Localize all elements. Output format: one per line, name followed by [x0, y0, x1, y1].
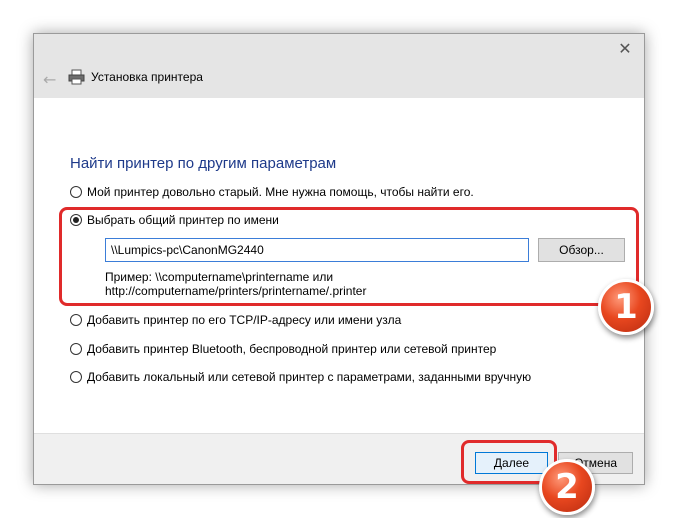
radio-button[interactable]: [70, 314, 82, 326]
option-label: Добавить принтер по его TCP/IP-адресу ил…: [87, 313, 402, 327]
option-old-printer[interactable]: Мой принтер довольно старый. Мне нужна п…: [70, 185, 474, 199]
title-bar: ✕ ← Установка принтера: [34, 34, 644, 98]
printer-icon: [68, 69, 85, 85]
back-arrow-icon[interactable]: ←: [43, 70, 56, 89]
option-tcpip-printer[interactable]: Добавить принтер по его TCP/IP-адресу ил…: [70, 313, 401, 327]
option-label: Добавить локальный или сетевой принтер с…: [87, 370, 532, 384]
option-bluetooth-wireless-printer[interactable]: Добавить принтер Bluetooth, беспроводной…: [70, 342, 496, 356]
option-local-printer-manual[interactable]: Добавить локальный или сетевой принтер с…: [70, 370, 531, 384]
option-label: Мой принтер довольно старый. Мне нужна п…: [87, 185, 474, 199]
radio-button[interactable]: [70, 186, 82, 198]
window-title: Установка принтера: [91, 70, 203, 84]
close-icon: ✕: [618, 39, 632, 58]
highlight-frame-shared-printer: [59, 207, 639, 306]
page-heading: Найти принтер по другим параметрам: [70, 155, 337, 172]
close-button[interactable]: ✕: [612, 38, 638, 60]
option-label: Добавить принтер Bluetooth, беспроводной…: [87, 342, 497, 356]
step-badge-2: 2: [539, 459, 595, 515]
step-badge-1: 1: [598, 279, 654, 335]
radio-button[interactable]: [70, 371, 82, 383]
radio-button[interactable]: [70, 343, 82, 355]
